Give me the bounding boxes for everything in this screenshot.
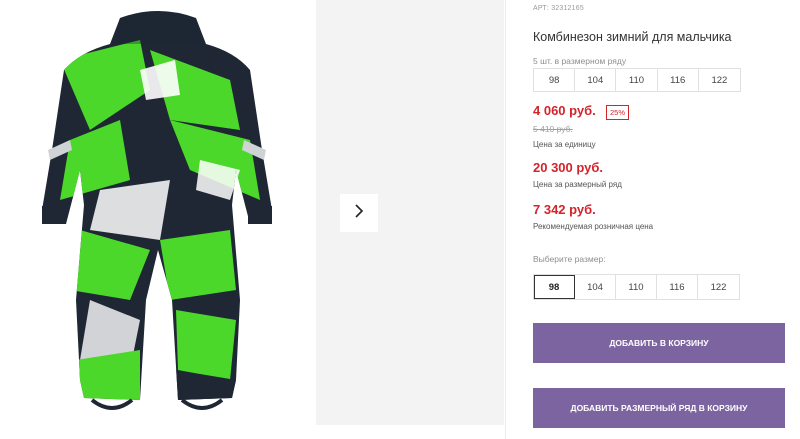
- choose-size-label: Выберите размер:: [533, 254, 606, 264]
- add-pack-to-cart-button[interactable]: ДОБАВИТЬ РАЗМЕРНЫЙ РЯД В КОРЗИНУ: [533, 388, 785, 428]
- size-option-104[interactable]: 104: [575, 275, 616, 299]
- chevron-right-icon: [353, 203, 365, 224]
- product-main-image[interactable]: [0, 0, 316, 439]
- pack-price: 20 300 руб.: [533, 160, 604, 175]
- size-option-110[interactable]: 110: [616, 275, 657, 299]
- jumpsuit-illustration: [42, 11, 272, 410]
- unit-price-caption: Цена за единицу: [533, 140, 596, 149]
- unit-price: 4 060 руб.: [533, 103, 596, 118]
- column-divider: [505, 0, 506, 439]
- product-title: Комбинезон зимний для мальчика: [533, 30, 732, 44]
- retail-price: 7 342 руб.: [533, 202, 596, 217]
- pack-size-cell: 116: [658, 69, 699, 91]
- retail-price-caption: Рекомендуемая розничная цена: [533, 222, 654, 231]
- product-page: АРТ: 32312165 Комбинезон зимний для маль…: [0, 0, 800, 439]
- pack-size-cell: 122: [711, 74, 728, 86]
- gallery-next-button[interactable]: [340, 194, 378, 232]
- size-option-122[interactable]: 122: [698, 275, 739, 299]
- article-number: АРТ: 32312165: [533, 5, 584, 12]
- discount-badge: 25%: [606, 105, 630, 120]
- pack-size-list: 98 104 110 116 122: [533, 68, 741, 92]
- pack-size-cell: 98: [534, 69, 576, 91]
- pack-size-label: 5 шт. в размерном ряду: [533, 56, 627, 66]
- size-selector: 98 104 110 116 122: [533, 274, 740, 300]
- add-to-cart-button[interactable]: ДОБАВИТЬ В КОРЗИНУ: [533, 323, 785, 363]
- pack-size-cell: 104: [575, 69, 617, 91]
- old-price: 5 410 руб.: [533, 124, 573, 134]
- pack-price-caption: Цена за размерный ряд: [533, 180, 622, 189]
- pack-size-cell: 110: [616, 69, 658, 91]
- size-option-116[interactable]: 116: [657, 275, 698, 299]
- size-option-98[interactable]: 98: [534, 275, 575, 299]
